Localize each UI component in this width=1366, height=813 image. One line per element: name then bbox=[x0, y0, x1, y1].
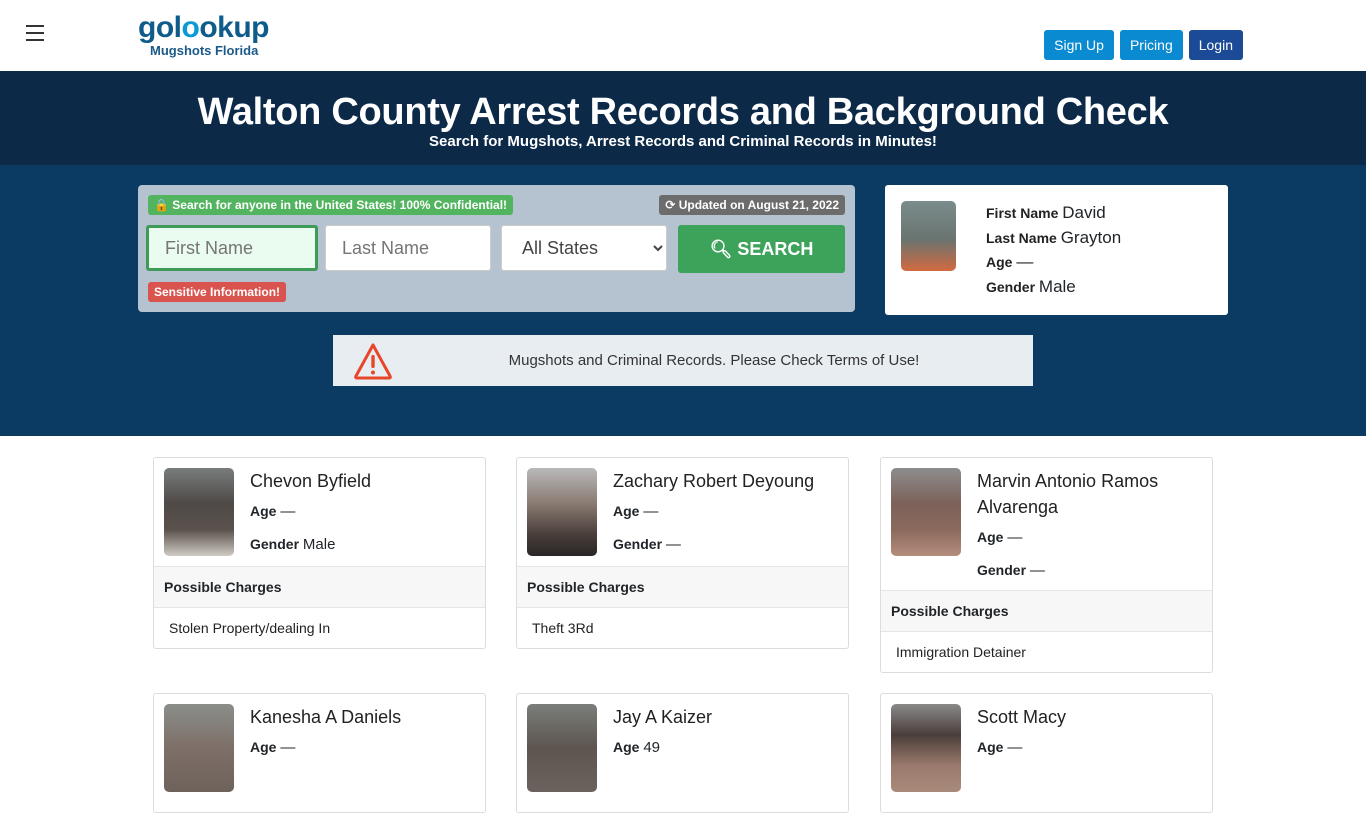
record-name: Jay A Kaizer bbox=[613, 707, 713, 727]
charge-item: Immigration Detainer bbox=[896, 644, 1026, 660]
last-name-input[interactable] bbox=[325, 225, 491, 271]
record-card[interactable]: Scott Macy Age — bbox=[880, 693, 1213, 813]
logo[interactable]: golookup Mugshots Florida bbox=[138, 12, 269, 58]
possible-charges-header: Possible Charges bbox=[517, 566, 848, 608]
possible-charges-header: Possible Charges bbox=[154, 566, 485, 608]
gender-label: Gender bbox=[250, 536, 300, 552]
first-name-input[interactable] bbox=[146, 225, 318, 271]
record-name: Zachary Robert Deyoung bbox=[613, 471, 815, 491]
mugshot-photo bbox=[891, 704, 961, 792]
record-name: Scott Macy bbox=[977, 707, 1067, 727]
lock-icon: 🔒 bbox=[154, 198, 169, 212]
search-panel: 🔒 Search for anyone in the United States… bbox=[138, 185, 855, 312]
record-card[interactable]: Kanesha A Daniels Age — bbox=[153, 693, 486, 813]
record-card[interactable]: Chevon Byfield Age — Gender Male Possibl… bbox=[153, 457, 486, 649]
search-icon: 🔍︎ bbox=[709, 238, 733, 259]
age-label: Age bbox=[613, 739, 640, 755]
terms-warning: Mugshots and Criminal Records. Please Ch… bbox=[333, 335, 1033, 386]
hero-banner: Walton County Arrest Records and Backgro… bbox=[0, 71, 1366, 165]
updated-badge: ⟳ Updated on August 21, 2022 bbox=[659, 195, 845, 215]
record-name: Marvin Antonio Ramos Alvarenga bbox=[977, 471, 1159, 517]
age-value: — bbox=[643, 503, 659, 520]
record-card[interactable]: Zachary Robert Deyoung Age — Gender — Po… bbox=[516, 457, 849, 649]
mugshot-photo bbox=[527, 704, 597, 792]
logo-subtitle: Mugshots Florida bbox=[150, 43, 259, 58]
page-subtitle: Search for Mugshots, Arrest Records and … bbox=[429, 133, 937, 150]
age-label: Age bbox=[986, 254, 1013, 270]
charge-item: Stolen Property/dealing In bbox=[169, 620, 331, 636]
gender-label: Gender bbox=[986, 278, 1036, 295]
record-name: Chevon Byfield bbox=[250, 471, 372, 491]
age-value: — bbox=[1007, 529, 1023, 546]
first-name-label: First Name bbox=[986, 205, 1059, 221]
featured-mugshot bbox=[901, 201, 956, 271]
age-label: Age bbox=[977, 529, 1004, 545]
possible-charges-header: Possible Charges bbox=[881, 590, 1212, 632]
age-value: — bbox=[280, 503, 296, 520]
age-value: — bbox=[1007, 739, 1023, 756]
record-card[interactable]: Jay A Kaizer Age 49 bbox=[516, 693, 849, 813]
gender-label: Gender bbox=[613, 536, 663, 552]
search-button[interactable]: 🔍︎ SEARCH bbox=[678, 225, 845, 273]
top-navbar: golookup Mugshots Florida Sign Up Pricin… bbox=[0, 0, 1366, 71]
mugshot-photo bbox=[891, 468, 961, 556]
confidential-badge: 🔒 Search for anyone in the United States… bbox=[148, 195, 514, 215]
search-section: 🔒 Search for anyone in the United States… bbox=[0, 165, 1366, 436]
last-name-value: Grayton bbox=[1060, 227, 1122, 247]
page-title: Walton County Arrest Records and Backgro… bbox=[197, 91, 1169, 133]
charge-item: Theft 3Rd bbox=[532, 620, 594, 636]
record-card[interactable]: Marvin Antonio Ramos Alvarenga Age — Gen… bbox=[880, 457, 1213, 673]
mugshot-photo bbox=[164, 468, 234, 556]
first-name-value: David bbox=[1062, 203, 1106, 222]
age-value: 49 bbox=[643, 739, 661, 756]
hamburger-icon[interactable] bbox=[26, 25, 44, 41]
sign-up-button[interactable]: Sign Up bbox=[1044, 30, 1114, 60]
age-label: Age bbox=[250, 739, 277, 755]
state-select[interactable]: All States bbox=[501, 225, 667, 271]
gender-value: Male bbox=[1038, 276, 1076, 296]
gender-value: — bbox=[1029, 562, 1045, 579]
last-name-label: Last Name bbox=[986, 229, 1057, 246]
mugshot-photo bbox=[527, 468, 597, 556]
mugshot-photo bbox=[164, 704, 234, 792]
gender-label: Gender bbox=[977, 562, 1027, 578]
age-label: Age bbox=[613, 503, 640, 519]
login-button[interactable]: Login bbox=[1188, 30, 1243, 60]
gender-value: — bbox=[665, 536, 681, 553]
pricing-button[interactable]: Pricing bbox=[1119, 30, 1183, 60]
age-label: Age bbox=[977, 739, 1004, 755]
logo-wordmark: golookup bbox=[138, 11, 269, 44]
age-label: Age bbox=[250, 503, 277, 519]
refresh-icon: ⟳ bbox=[665, 198, 676, 212]
record-name: Kanesha A Daniels bbox=[250, 707, 402, 727]
age-value: — bbox=[280, 739, 296, 756]
age-value: — bbox=[1016, 252, 1034, 271]
featured-record-card[interactable]: First Name David Last Name Grayton Age —… bbox=[885, 185, 1228, 315]
sensitive-info-badge: Sensitive Information! bbox=[148, 282, 287, 302]
gender-value: Male bbox=[302, 536, 336, 553]
warning-text: Mugshots and Criminal Records. Please Ch… bbox=[508, 352, 920, 369]
